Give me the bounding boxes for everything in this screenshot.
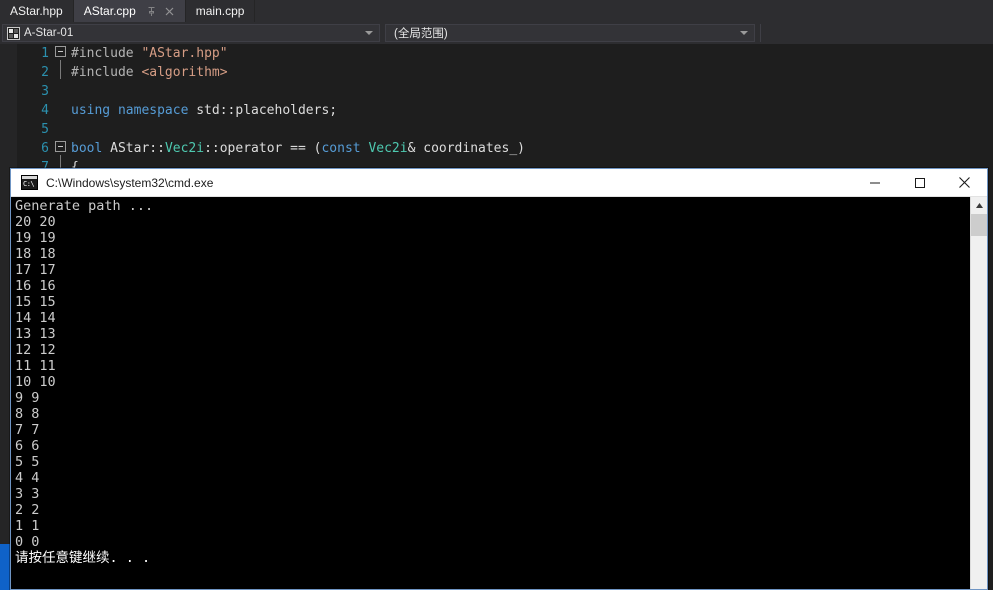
code-line[interactable]: 5	[17, 120, 993, 139]
member-scope-label: (全局范围)	[394, 28, 448, 40]
scrollbar-thumb[interactable]	[971, 214, 987, 236]
code-text: bool AStar::Vec2i::operator == (const Ve…	[71, 141, 525, 156]
navigation-bar: A-Star-01 (全局范围)	[0, 22, 993, 44]
console-output-line: 13 13	[15, 326, 56, 342]
console-output-line: 14 14	[15, 310, 56, 326]
line-number: 3	[41, 84, 49, 99]
console-prompt-line: 请按任意键继续. . .	[15, 550, 151, 566]
console-output-line: 20 20	[15, 214, 56, 230]
line-number: 1	[41, 46, 49, 61]
line-number: 2	[41, 65, 49, 80]
window-controls	[852, 169, 987, 197]
console-output-area[interactable]: Generate path ... 20 20 19 19 18 18 17 17 16 …	[11, 197, 987, 589]
code-text: using namespace std::placeholders;	[71, 103, 338, 118]
tab-main-cpp[interactable]: main.cpp	[185, 0, 256, 22]
console-output-line: 11 11	[15, 358, 56, 374]
console-output-line: 19 19	[15, 230, 56, 246]
cmd-icon: C:\	[21, 175, 38, 190]
fold-region-bar	[49, 60, 71, 85]
console-output-line: 5 5	[15, 454, 40, 470]
console-output-line: 8 8	[15, 406, 40, 422]
console-output-line: 0 0	[15, 534, 40, 550]
tab-label: AStar.cpp	[83, 4, 136, 18]
console-output-line: 2 2	[15, 502, 40, 518]
code-line[interactable]: 4 using namespace std::placeholders;	[17, 101, 993, 120]
console-output-line: 3 3	[15, 486, 40, 502]
code-line[interactable]: 1 #include "AStar.hpp"	[17, 44, 993, 63]
console-title: C:\Windows\system32\cmd.exe	[46, 175, 214, 190]
code-text: #include <algorithm>	[71, 65, 228, 80]
console-output-line: 9 9	[15, 390, 40, 406]
console-output-line: 4 4	[15, 470, 40, 486]
code-text: #include "AStar.hpp"	[71, 46, 228, 61]
cmd-console-window[interactable]: C:\ C:\Windows\system32\cmd.exe Generate…	[10, 168, 988, 590]
minimize-button[interactable]	[852, 169, 897, 197]
project-scope-label: A-Star-01	[24, 27, 74, 39]
console-output-line: 17 17	[15, 262, 56, 278]
chevron-down-icon[interactable]	[365, 31, 373, 35]
line-number: 5	[41, 122, 49, 137]
console-output-line: 6 6	[15, 438, 40, 454]
console-output-line: 10 10	[15, 374, 56, 390]
console-output-line: 16 16	[15, 278, 56, 294]
console-output-line: 12 12	[15, 342, 56, 358]
tab-icon-group	[146, 6, 175, 17]
console-text: Generate path ... 20 20 19 19 18 18 17 17 16 …	[15, 198, 969, 566]
console-output-line: Generate path ...	[15, 198, 154, 214]
cmd-icon-text: C:\	[23, 180, 35, 188]
close-icon[interactable]	[164, 6, 175, 17]
code-line[interactable]: 3	[17, 82, 993, 101]
tab-astar-hpp[interactable]: AStar.hpp	[0, 0, 74, 22]
tab-label: AStar.hpp	[10, 4, 63, 18]
console-output-line: 18 18	[15, 246, 56, 262]
pin-icon[interactable]	[146, 6, 157, 17]
line-number: 4	[41, 103, 49, 118]
code-line[interactable]: 6 bool AStar::Vec2i::operator == (const V…	[17, 139, 993, 158]
maximize-button[interactable]	[897, 169, 942, 197]
project-scope-dropdown[interactable]: A-Star-01	[2, 24, 380, 42]
console-title-bar[interactable]: C:\ C:\Windows\system32\cmd.exe	[11, 169, 987, 197]
code-line[interactable]: 2 #include <algorithm>	[17, 60, 993, 85]
tab-label: main.cpp	[195, 4, 245, 18]
console-output-line: 7 7	[15, 422, 40, 438]
scroll-up-icon[interactable]	[971, 197, 987, 214]
tab-astar-cpp[interactable]: AStar.cpp	[73, 0, 186, 22]
console-output-line: 1 1	[15, 518, 40, 534]
editor-tab-strip: AStar.hpp AStar.cpp main.cpp	[0, 0, 993, 22]
project-icon	[7, 26, 20, 40]
member-scope-dropdown[interactable]: (全局范围)	[385, 24, 755, 42]
line-number: 6	[41, 141, 49, 156]
chevron-down-icon[interactable]	[740, 31, 748, 35]
console-output-line: 15 15	[15, 294, 56, 310]
navbar-filler	[760, 24, 993, 42]
console-scrollbar[interactable]	[970, 197, 987, 589]
close-button[interactable]	[942, 169, 987, 197]
